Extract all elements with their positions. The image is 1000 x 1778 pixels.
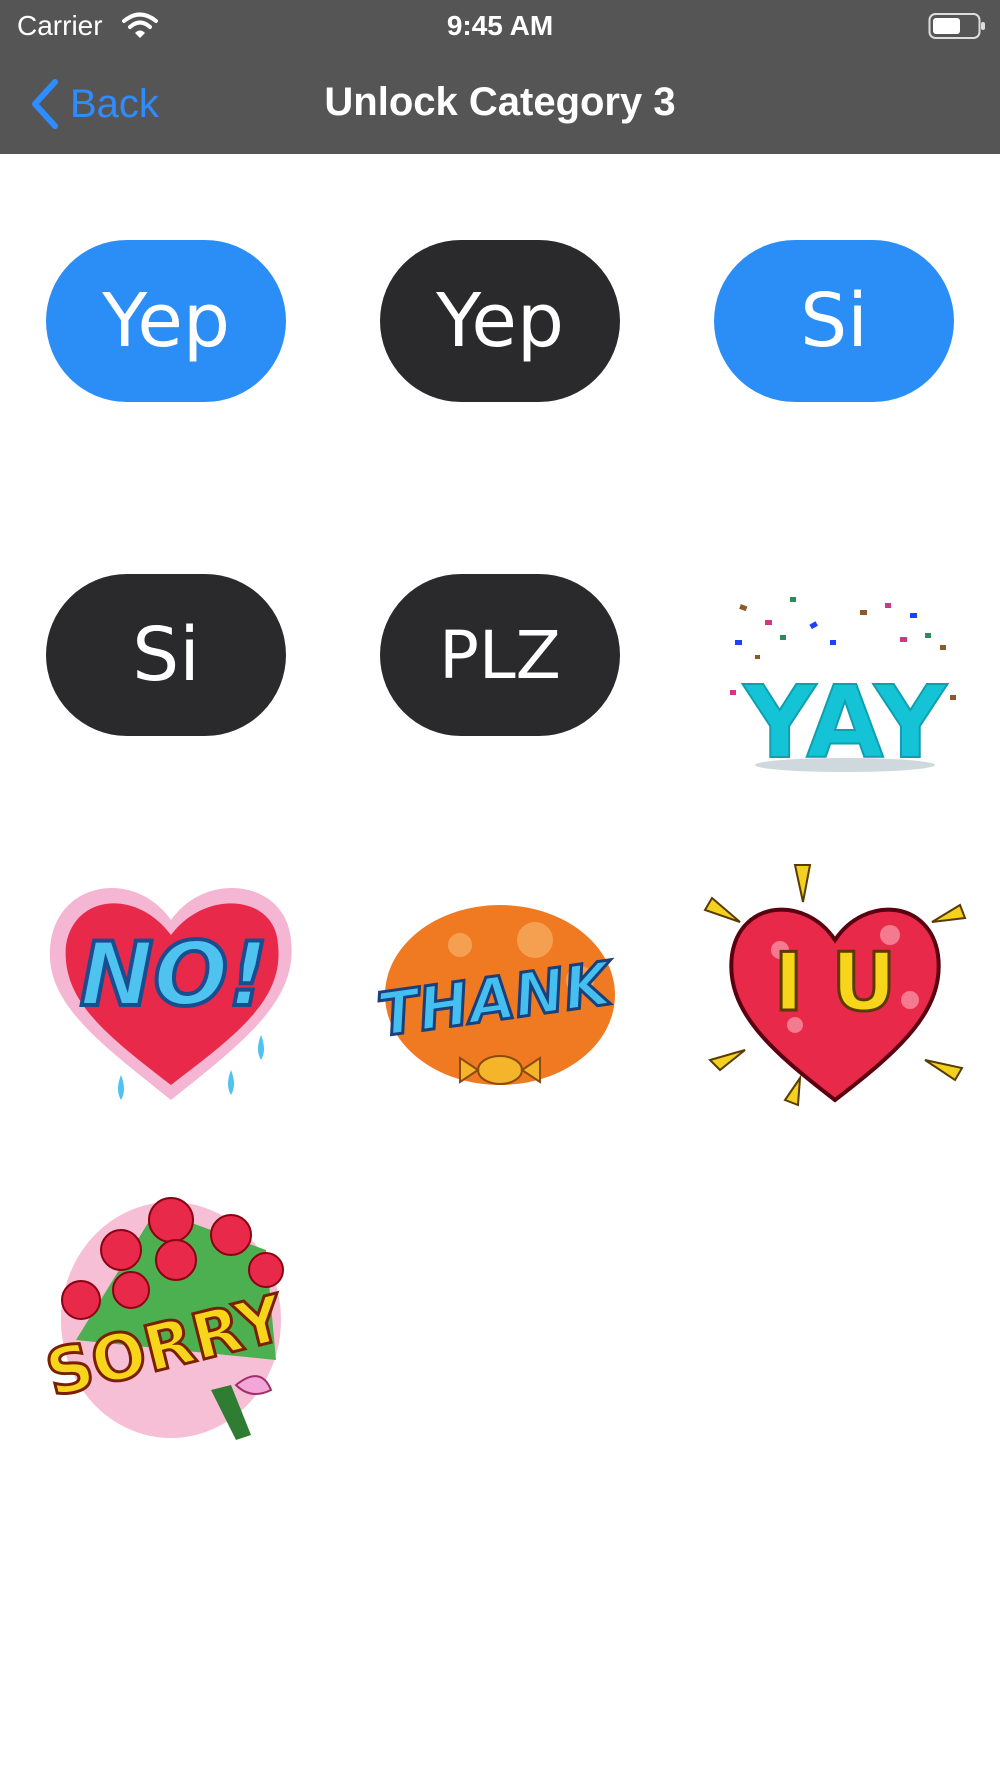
sticker-label: I U bbox=[774, 936, 897, 1029]
sticker-yep-blue[interactable]: Yep bbox=[46, 240, 286, 402]
sticker-label: Yep bbox=[436, 278, 564, 364]
status-bar: Carrier 9:45 AM bbox=[0, 0, 1000, 50]
top-bar: Carrier 9:45 AM Back Unlock Category 3 bbox=[0, 0, 1000, 154]
sticker-plz-dark[interactable]: PLZ bbox=[380, 574, 620, 736]
sticker-si-blue[interactable]: Si bbox=[714, 240, 954, 402]
sticker-si-dark[interactable]: Si bbox=[46, 574, 286, 736]
sticker-label: Si bbox=[800, 278, 868, 364]
sticker-label: Si bbox=[132, 612, 200, 698]
sticker-label: YAY bbox=[742, 664, 948, 781]
page-title: Unlock Category 3 bbox=[324, 80, 676, 124]
sticker-label: PLZ bbox=[439, 616, 561, 694]
sticker-yay[interactable]: YAY bbox=[710, 555, 980, 815]
sticker-i-heart-u[interactable]: I U bbox=[700, 860, 970, 1120]
status-time: 9:45 AM bbox=[446, 10, 554, 41]
sticker-label: Yep bbox=[102, 278, 230, 364]
sticker-no[interactable]: NO! bbox=[36, 860, 306, 1120]
battery-icon bbox=[928, 13, 985, 39]
sticker-yep-dark[interactable]: Yep bbox=[380, 240, 620, 402]
navigation-bar: Back Unlock Category 3 bbox=[0, 50, 1000, 154]
sticker-sorry[interactable]: SORRY bbox=[36, 1190, 306, 1450]
sticker-thank[interactable]: THANK bbox=[365, 870, 635, 1130]
sticker-label: NO! bbox=[80, 923, 269, 1026]
